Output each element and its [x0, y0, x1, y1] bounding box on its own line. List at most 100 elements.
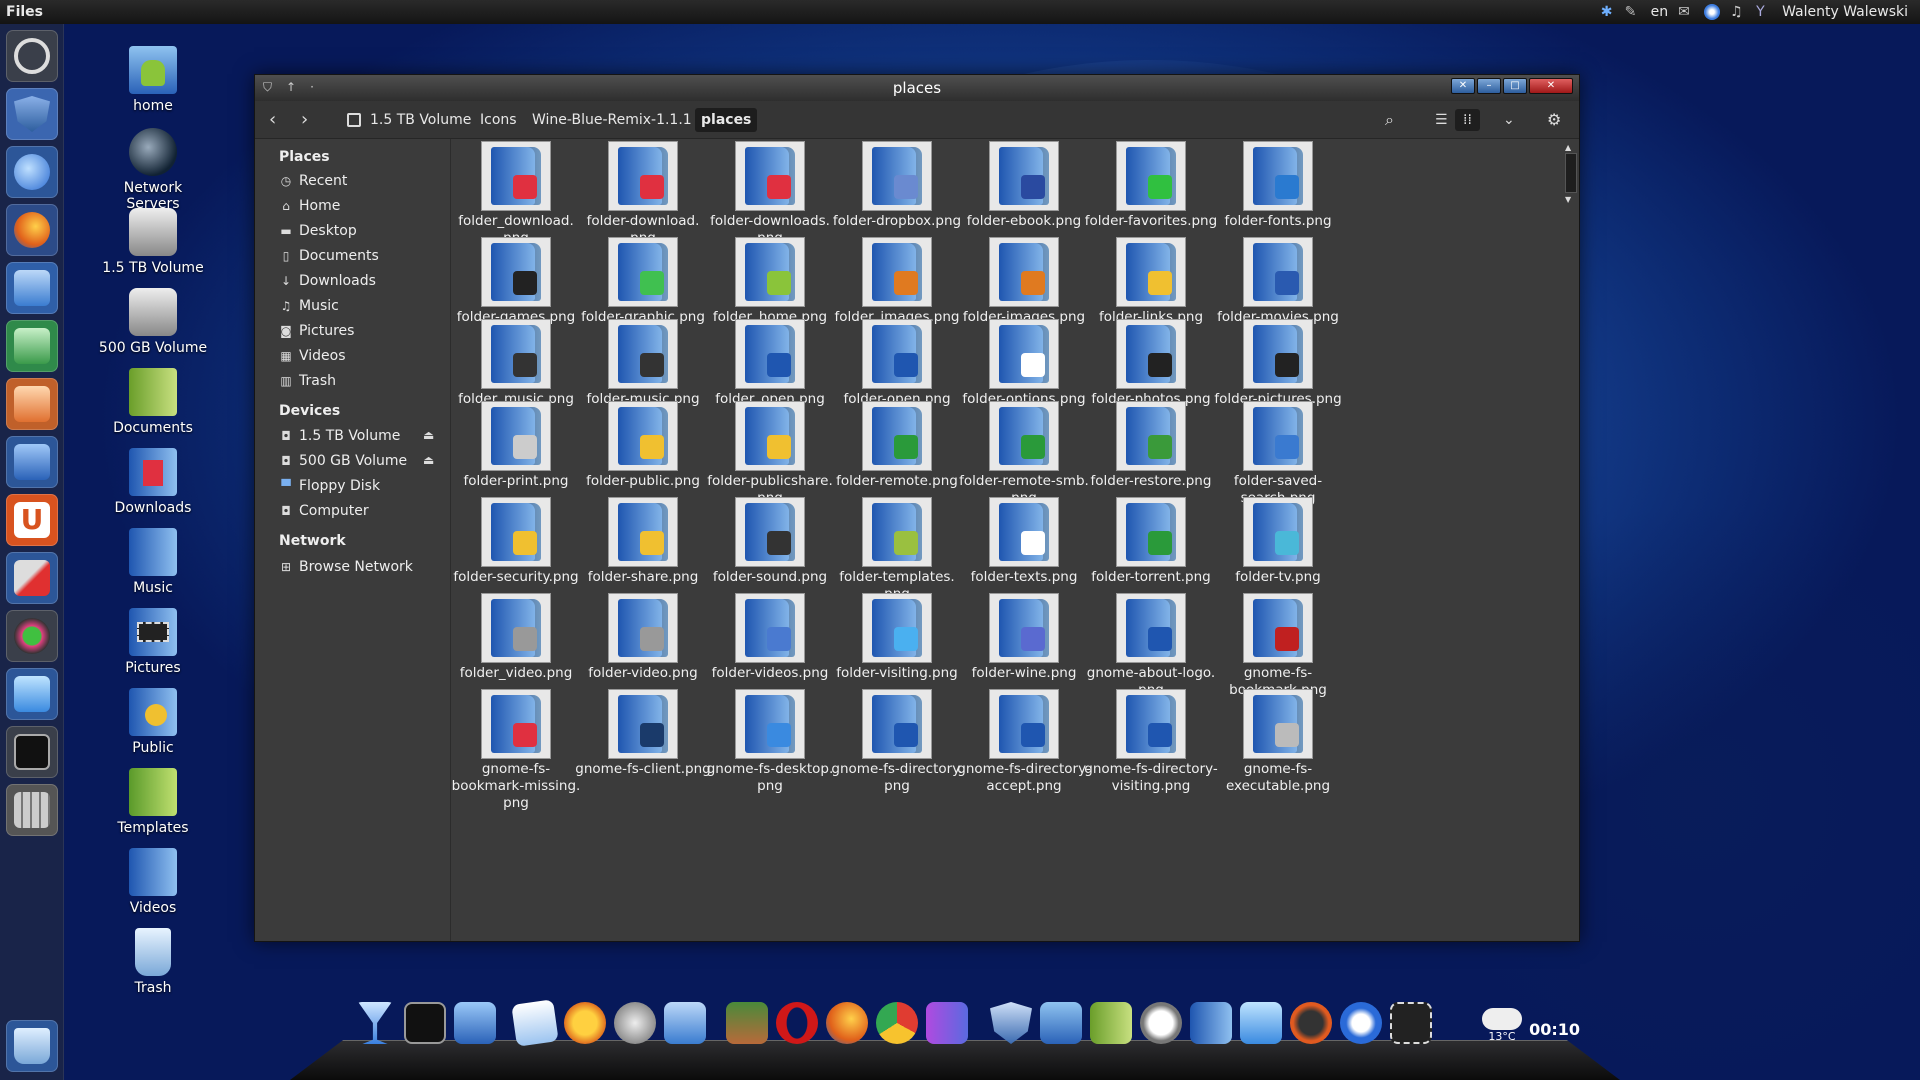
launcher-settings-icon[interactable]	[6, 552, 58, 604]
launcher-update-icon[interactable]	[6, 610, 58, 662]
dock-video-icon[interactable]	[1390, 1002, 1432, 1044]
dock-sun-icon[interactable]	[564, 1002, 606, 1044]
file-item[interactable]: folder-fonts.png	[1201, 141, 1355, 230]
launcher-workspaces-icon[interactable]	[6, 784, 58, 836]
desktop-icon-public[interactable]: Public	[98, 688, 208, 756]
sidebar-item-home[interactable]: ⌂ Home	[279, 196, 340, 216]
scrollbar[interactable]: ▲ ▼	[1561, 139, 1579, 941]
sidebar-item-desktop[interactable]: ▬ Desktop	[279, 221, 356, 241]
desktop-icon-documents[interactable]: Documents	[98, 368, 208, 436]
scroll-down-icon[interactable]: ▼	[1565, 195, 1571, 204]
dock-book-icon[interactable]	[1090, 1002, 1132, 1044]
file-item[interactable]: folder-saved- search.png	[1201, 401, 1355, 507]
dock-photos-icon[interactable]	[726, 1002, 768, 1044]
dock-photo-icon[interactable]	[511, 999, 559, 1047]
close-button[interactable]: ✕	[1529, 78, 1573, 94]
dock-gimp-icon[interactable]	[614, 1002, 656, 1044]
dock-firefox-icon[interactable]	[826, 1002, 868, 1044]
launcher-security-icon[interactable]	[6, 88, 58, 140]
maximize-button[interactable]: □	[1503, 78, 1527, 94]
dock-files-icon[interactable]	[664, 1002, 706, 1044]
dock-infinity-icon[interactable]	[926, 1002, 968, 1044]
dock-terminal-icon[interactable]	[404, 1002, 446, 1044]
pen-icon[interactable]: ✎	[1625, 4, 1641, 20]
eject-icon[interactable]: ⏏	[423, 453, 434, 467]
dock-power-icon[interactable]	[1290, 1002, 1332, 1044]
file-item[interactable]: gnome-fs- executable.png	[1201, 689, 1355, 795]
launcher-calc-icon[interactable]	[6, 320, 58, 372]
scroll-up-icon[interactable]: ▲	[1565, 143, 1571, 152]
sidebar-item-computer[interactable]: ◘ Computer	[279, 501, 368, 521]
breadcrumb-volume[interactable]: 1.5 TB Volume	[365, 108, 476, 132]
sidebar-item-browse-network[interactable]: ⊞ Browse Network	[279, 557, 413, 577]
breadcrumb-theme[interactable]: Wine-Blue-Remix-1.1.1	[527, 108, 697, 132]
breadcrumb-places[interactable]: places	[695, 108, 758, 132]
launcher-dash-button[interactable]	[6, 30, 58, 82]
launcher-globe-icon[interactable]	[6, 146, 58, 198]
scrollbar-thumb[interactable]	[1565, 153, 1577, 193]
back-button[interactable]: ‹	[269, 109, 276, 131]
sidebar-item-documents[interactable]: ▯ Documents	[279, 246, 379, 266]
dock-android-icon[interactable]	[1040, 1002, 1082, 1044]
dock-magnifier-icon[interactable]	[1140, 1002, 1182, 1044]
dock-opera-icon[interactable]	[776, 1002, 818, 1044]
list-view-icon[interactable]: ☰	[1435, 109, 1448, 131]
sidebar-item-volume-2[interactable]: ◘ 500 GB Volume	[279, 451, 407, 471]
dock-chrome-icon[interactable]	[876, 1002, 918, 1044]
grid-view-icon[interactable]: ⁞⁞	[1455, 109, 1480, 131]
desktop-icon-downloads[interactable]: Downloads	[98, 448, 208, 516]
desktop-icon-volume-2[interactable]: 500 GB Volume	[98, 288, 208, 356]
sidebar-item-music[interactable]: ♫ Music	[279, 296, 339, 316]
app-menu-title[interactable]: Files	[6, 4, 43, 20]
desktop-icon-trash[interactable]: Trash	[98, 928, 208, 996]
gear-icon[interactable]: ⚙	[1547, 109, 1561, 131]
desktop-icon-network-servers[interactable]: Network Servers	[98, 128, 208, 212]
clock[interactable]: 00:10	[1529, 1020, 1580, 1039]
sidebar-item-floppy[interactable]: ▀ Floppy Disk	[279, 476, 380, 496]
title-bar[interactable]: ⛉ ↑ · places ✕ – □ ✕	[255, 75, 1579, 101]
desktop-icon-videos[interactable]: Videos	[98, 848, 208, 916]
sidebar-item-videos[interactable]: ▦ Videos	[279, 346, 345, 366]
file-item[interactable]: folder-tv.png	[1201, 497, 1355, 586]
chevron-down-icon[interactable]: ⌄	[1503, 109, 1515, 131]
user-name[interactable]: Walenty Walewski	[1782, 4, 1908, 20]
session-icon[interactable]: Y	[1756, 4, 1772, 20]
eject-icon[interactable]: ⏏	[423, 428, 434, 442]
launcher-display-icon[interactable]	[6, 668, 58, 720]
bluetooth-icon[interactable]: ✱	[1599, 4, 1615, 20]
minimize-button[interactable]: –	[1477, 78, 1501, 94]
mail-icon[interactable]: ✉	[1678, 4, 1694, 20]
weather-widget[interactable]: 13°C	[1482, 1008, 1522, 1043]
desktop-icon-home[interactable]: home	[98, 46, 208, 114]
launcher-software-center-icon[interactable]: U	[6, 494, 58, 546]
file-item[interactable]: folder-pictures.png	[1201, 319, 1355, 408]
sidebar-item-pictures[interactable]: ◙ Pictures	[279, 321, 354, 341]
network-icon[interactable]	[1704, 4, 1721, 20]
sidebar-item-volume-1[interactable]: ◘ 1.5 TB Volume	[279, 426, 400, 446]
dock-music-icon[interactable]	[454, 1002, 496, 1044]
volume-icon[interactable]: ♫	[1730, 4, 1746, 20]
file-item[interactable]: folder-movies.png	[1201, 237, 1355, 326]
launcher-writer-icon[interactable]	[6, 262, 58, 314]
dock-cocktail-icon[interactable]	[358, 1002, 392, 1044]
dock-accessibility-icon[interactable]	[1340, 1002, 1382, 1044]
launcher-firefox-icon[interactable]	[6, 204, 58, 256]
desktop-icon-templates[interactable]: Templates	[98, 768, 208, 836]
launcher-terminal-icon[interactable]	[6, 726, 58, 778]
file-item[interactable]: gnome-fs- bookmark.png	[1201, 593, 1355, 699]
restore-button[interactable]: ✕	[1451, 78, 1475, 94]
launcher-music-icon[interactable]	[6, 436, 58, 488]
launcher-trash-icon[interactable]	[6, 1020, 58, 1072]
keyboard-layout[interactable]: en	[1651, 4, 1669, 20]
dock-desktop-icon[interactable]	[1240, 1002, 1282, 1044]
dock-shield-icon[interactable]	[990, 1002, 1032, 1044]
dock-downloads-icon[interactable]	[1190, 1002, 1232, 1044]
desktop-icon-music[interactable]: Music	[98, 528, 208, 596]
sidebar-item-recent[interactable]: ◷ Recent	[279, 171, 348, 191]
sidebar-item-downloads[interactable]: ↓ Downloads	[279, 271, 376, 291]
desktop-icon-volume-1[interactable]: 1.5 TB Volume	[98, 208, 208, 276]
desktop-icon-pictures[interactable]: Pictures	[98, 608, 208, 676]
forward-button[interactable]: ›	[301, 109, 308, 131]
sidebar-item-trash[interactable]: ▥ Trash	[279, 371, 336, 391]
breadcrumb-icons[interactable]: Icons	[475, 108, 522, 132]
